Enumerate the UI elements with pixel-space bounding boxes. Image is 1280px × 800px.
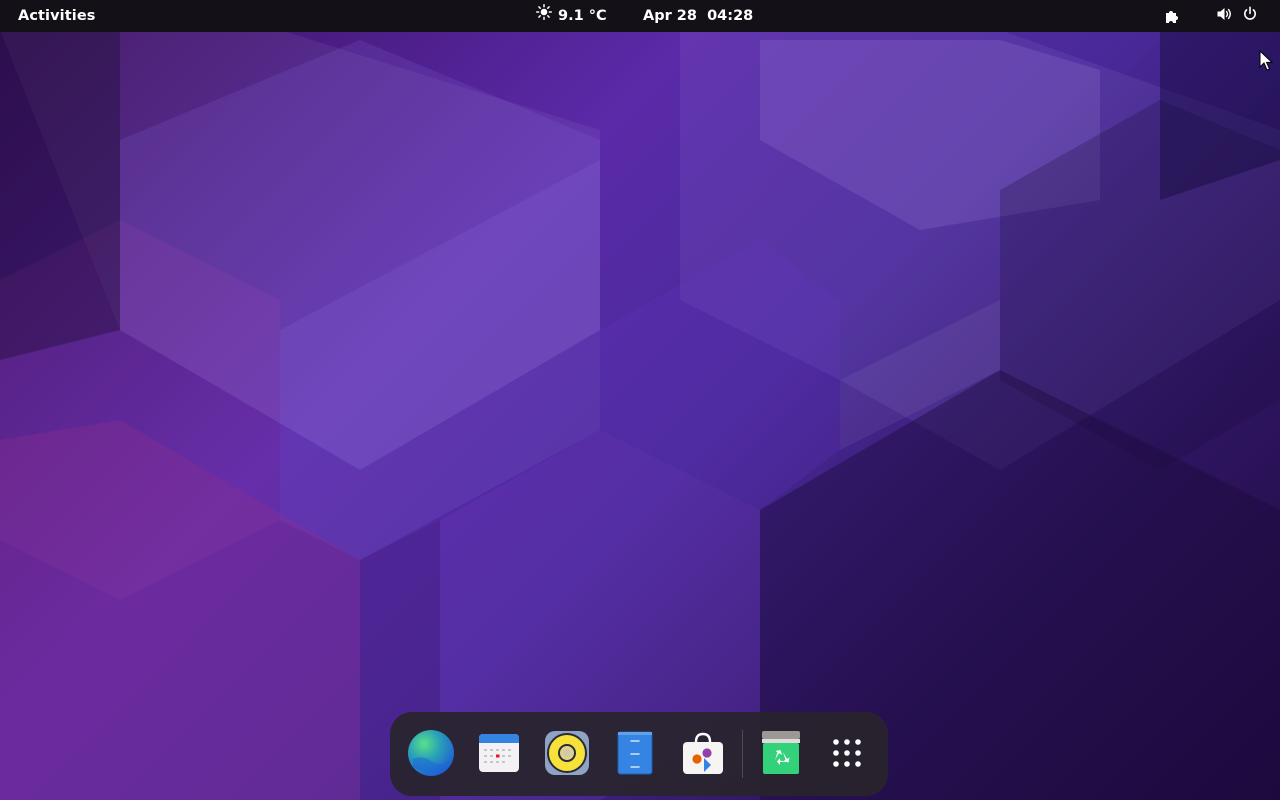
dash-dock [390,712,888,796]
dock-item-files[interactable] [608,728,662,782]
dock-item-calendar[interactable] [472,728,526,782]
recycle-icon [761,730,801,780]
software-store-icon [680,730,726,780]
sun-icon [536,3,552,29]
mouse-pointer-icon [1259,49,1274,76]
file-cabinet-icon [617,731,653,779]
system-menu-button[interactable] [1208,3,1266,29]
dock-item-software[interactable] [676,728,730,782]
weather-temperature: 9.1 °C [558,8,607,24]
dock-separator [742,730,743,778]
clock-date: Apr 28 [643,8,697,24]
dock-item-web-browser[interactable] [404,728,458,782]
dock-item-show-applications[interactable] [820,728,874,782]
top-bar: Activities 9.1 °C Apr 28 04:28 [0,0,1280,32]
power-icon [1242,6,1258,26]
volume-icon [1216,6,1232,26]
puzzle-extension-icon[interactable] [1160,5,1184,27]
desktop-wallpaper [0,0,1280,800]
clock-time: 04:28 [707,8,754,24]
speaker-icon [543,729,591,781]
globe-icon [407,729,455,781]
app-grid-icon [831,737,863,773]
dock-item-music-player[interactable] [540,728,594,782]
activities-button[interactable]: Activities [6,3,108,29]
dock-item-trash[interactable] [754,728,808,782]
date-time-button[interactable]: Apr 28 04:28 [634,3,762,29]
calendar-icon [477,731,521,779]
weather-indicator[interactable]: 9.1 °C [528,3,615,29]
